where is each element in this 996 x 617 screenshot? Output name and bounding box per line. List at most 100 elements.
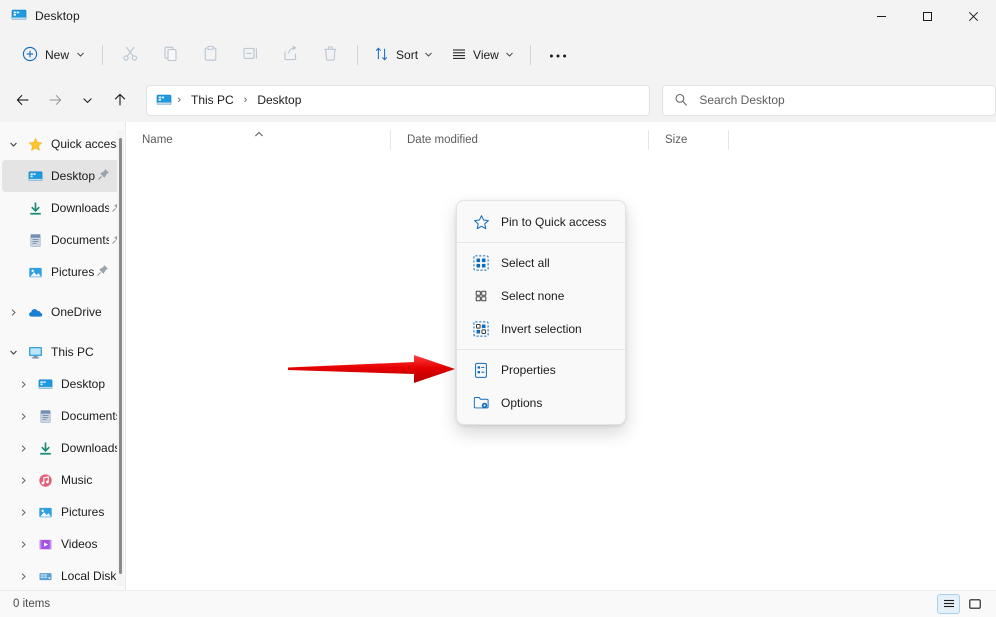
share-button[interactable] [270,39,310,71]
invert-selection-icon [469,321,493,337]
menu-item-invert-selection[interactable]: Invert selection [461,313,621,345]
videos-icon [34,537,56,552]
documents-icon [34,409,56,424]
sidebar-item-label: Music [61,473,92,487]
view-toggle-group [937,594,986,614]
chevron-right-icon[interactable] [12,476,34,485]
item-count-label: 0 items [13,598,50,610]
minimize-button[interactable] [858,0,904,32]
chevron-down-icon [424,48,433,62]
delete-button[interactable] [310,39,350,71]
maximize-button[interactable] [904,0,950,32]
sidebar-item-pictures-thispc[interactable]: Pictures [2,496,124,528]
sidebar-item-documents-thispc[interactable]: Documents [2,400,124,432]
sidebar-item-label: Pictures [51,265,94,279]
chevron-right-icon[interactable] [12,572,34,581]
sidebar-gap-1 [0,288,126,296]
large-icons-view-button[interactable] [963,594,986,614]
command-toolbar: New [0,32,996,78]
search-icon [674,93,688,107]
navigation-pane: Quick access Desktop [0,122,126,590]
onedrive-icon [24,305,46,320]
sidebar-item-pictures-quick[interactable]: Pictures [2,256,124,288]
column-header-label: Date modified [391,134,478,146]
view-button[interactable]: View [442,39,523,71]
file-explorer-window: Desktop New [0,0,996,617]
search-box[interactable]: Search Desktop [662,85,996,116]
menu-item-label: Options [501,396,542,410]
scissors-icon [122,45,139,65]
menu-item-pin-to-quick-access[interactable]: Pin to Quick access [461,206,621,238]
column-divider[interactable] [728,130,729,150]
sidebar-item-documents-quick[interactable]: Documents [2,224,124,256]
cut-button[interactable] [110,39,150,71]
chevron-right-icon[interactable] [2,308,24,317]
sidebar-item-downloads-thispc[interactable]: Downloads [2,432,124,464]
paste-button[interactable] [190,39,230,71]
menu-item-select-all[interactable]: Select all [461,247,621,279]
sidebar-item-this-pc[interactable]: This PC [2,336,124,368]
options-icon [469,395,493,411]
sort-button[interactable]: Sort [365,39,442,71]
sidebar-item-desktop-quick[interactable]: Desktop [2,160,124,192]
breadcrumb-this-pc[interactable]: This PC [186,90,239,110]
sidebar-item-label: This PC [51,345,94,359]
sidebar-item-label: Quick access [51,137,122,151]
recent-locations-button[interactable] [73,85,102,115]
clipboard-icon [202,45,219,65]
new-button[interactable]: New [14,39,95,71]
sidebar-item-music[interactable]: Music [2,464,124,496]
sidebar-scrollbar-thumb[interactable] [119,138,122,574]
chevron-right-icon[interactable] [12,444,34,453]
copy-button[interactable] [150,39,190,71]
column-header-date-modified[interactable]: Date modified [391,122,649,158]
address-desktop-icon [156,92,172,108]
menu-item-options[interactable]: Options [461,387,621,419]
rename-button[interactable] [230,39,270,71]
toolbar-separator-2 [357,45,358,65]
sidebar-item-label: OneDrive [51,305,102,319]
column-header-size[interactable]: Size [649,122,729,158]
downloads-icon [34,441,56,456]
forward-button[interactable] [40,85,69,115]
sidebar-item-quick-access[interactable]: Quick access [2,128,124,160]
column-header-name[interactable]: Name [126,122,391,158]
back-button[interactable] [8,85,37,115]
menu-item-properties[interactable]: Properties [461,354,621,386]
sidebar-item-videos[interactable]: Videos [2,528,124,560]
breadcrumb-desktop[interactable]: Desktop [252,90,306,110]
menu-item-select-none[interactable]: Select none [461,280,621,312]
sidebar-gap-2 [0,328,126,336]
chevron-right-icon[interactable] [12,508,34,517]
up-button[interactable] [105,85,134,115]
window-title: Desktop [35,9,80,23]
details-view-button[interactable] [937,594,960,614]
column-header-row: Name Date modified Size [126,122,996,159]
title-bar-left: Desktop [0,7,80,26]
select-none-icon [469,288,493,304]
column-header-label: Size [649,134,687,146]
sidebar-item-local-disk[interactable]: Local Disk (C:) [2,560,124,590]
chevron-down-icon [76,48,85,62]
chevron-right-icon[interactable] [12,412,34,421]
chevron-right-icon[interactable] [12,540,34,549]
properties-icon [469,362,493,379]
sidebar-item-onedrive[interactable]: OneDrive [2,296,124,328]
documents-icon [24,233,46,248]
chevron-right-icon[interactable] [12,380,34,389]
sidebar-item-downloads-quick[interactable]: Downloads [2,192,124,224]
close-button[interactable] [950,0,996,32]
sidebar-item-desktop-thispc[interactable]: Desktop [2,368,124,400]
address-bar[interactable]: › This PC › Desktop [146,85,650,116]
chevron-down-icon[interactable] [2,140,24,149]
see-more-button[interactable] [538,39,578,71]
sidebar-scrollbar[interactable] [117,130,124,586]
chevron-down-icon[interactable] [2,348,24,357]
breadcrumb-separator: › [176,94,182,106]
copy-icon [162,45,179,65]
navigation-pane-scroll[interactable]: Quick access Desktop [0,122,126,590]
search-input[interactable]: Search Desktop [699,93,784,107]
view-lines-icon [451,46,467,65]
chevron-down-icon [505,48,514,62]
toolbar-separator-3 [530,45,531,65]
